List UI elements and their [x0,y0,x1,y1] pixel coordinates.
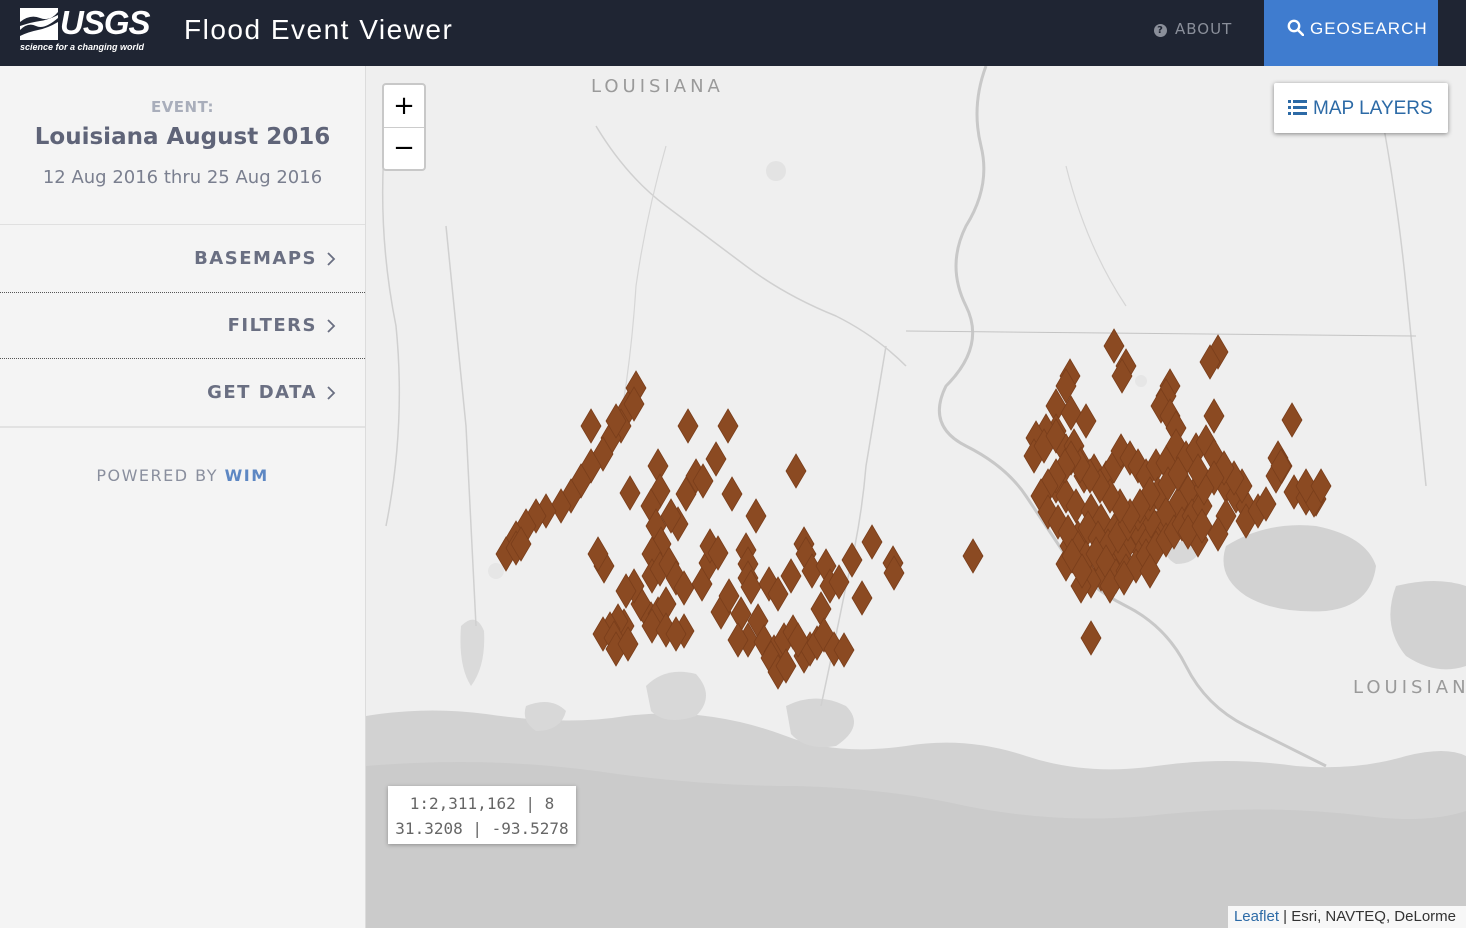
menu-item-label: BASEMAPS [194,248,317,269]
sensor-marker[interactable] [1281,402,1303,438]
usgs-wordmark: USGS [60,4,151,41]
sensor-marker[interactable] [962,538,984,574]
sensor-marker[interactable] [677,408,699,444]
usgs-logo[interactable]: USGS science for a changing world [20,4,151,54]
event-label: EVENT: [150,98,215,116]
usgs-wave-logo-icon [20,8,58,40]
chevron-right-icon [327,386,336,400]
about-label: ABOUT [1175,20,1233,38]
sensor-marker[interactable] [721,476,743,512]
coordinates-readout: 31.3208 | -93.5278 [395,819,569,838]
zoom-in-button[interactable]: + [384,85,424,128]
map-label-state: LOUISIANA [591,76,724,97]
question-circle-icon: ? [1154,24,1167,37]
scale-coordinates-readout: 1:2,311,162 | 8 31.3208 | -93.5278 [388,786,576,844]
event-dates: 12 Aug 2016 thru 25 Aug 2016 [42,167,323,188]
leaflet-link[interactable]: Leaflet [1234,908,1279,925]
menu-item-filters[interactable]: FILTERS [0,293,365,359]
sidebar: EVENT: Louisiana August 2016 12 Aug 2016… [0,66,366,928]
divider [0,224,365,225]
sensor-marker[interactable] [705,441,727,477]
app-title: Flood Event Viewer [184,14,454,45]
chevron-right-icon [327,319,336,333]
map-canvas[interactable]: LOUISIANA LOUISIAN + − MAP LAYERS 1:2,31… [366,66,1466,928]
sensor-marker[interactable] [851,580,873,616]
zoom-out-button[interactable]: − [384,127,424,169]
sensor-marker[interactable] [717,408,739,444]
sensor-marker[interactable] [745,498,767,534]
wim-link[interactable]: WIM [225,466,269,485]
powered-by: POWERED BY WIM [0,466,365,485]
sensor-marker[interactable] [580,408,602,444]
divider [0,426,365,428]
map-label-state: LOUISIAN [1353,677,1466,698]
geosearch-button[interactable]: GEOSEARCH [1264,0,1438,66]
map-layers-button[interactable]: MAP LAYERS [1274,83,1448,133]
divider [0,358,365,359]
top-navbar: USGS science for a changing world Flood … [0,0,1466,66]
sensor-marker[interactable] [861,524,883,560]
search-icon [1287,19,1305,37]
menu-item-label: FILTERS [227,315,317,336]
sensor-marker[interactable] [841,542,863,578]
geosearch-label: GEOSEARCH [1310,19,1428,38]
attribution-text: | Esri, NAVTEQ, DeLorme [1283,908,1456,925]
chevron-right-icon [327,252,336,266]
about-link[interactable]: ? ABOUT [1154,20,1232,42]
powered-by-prefix: POWERED BY [96,466,219,485]
sensor-marker[interactable] [619,475,641,511]
usgs-tagline: science for a changing world [20,42,145,52]
menu-item-get-data[interactable]: GET DATA [0,360,365,426]
menu-item-basemaps[interactable]: BASEMAPS [0,226,365,292]
map-layers-label: MAP LAYERS [1313,98,1433,119]
zoom-control: + − [382,83,426,171]
sensor-marker[interactable] [785,453,807,489]
scale-zoom-readout: 1:2,311,162 | 8 [409,794,555,813]
event-name: Louisiana August 2016 [34,124,331,150]
list-icon [1288,100,1307,115]
sensor-marker[interactable] [1080,620,1102,656]
map-attribution: Leaflet | Esri, NAVTEQ, DeLorme [1227,906,1466,928]
menu-item-label: GET DATA [207,382,317,403]
